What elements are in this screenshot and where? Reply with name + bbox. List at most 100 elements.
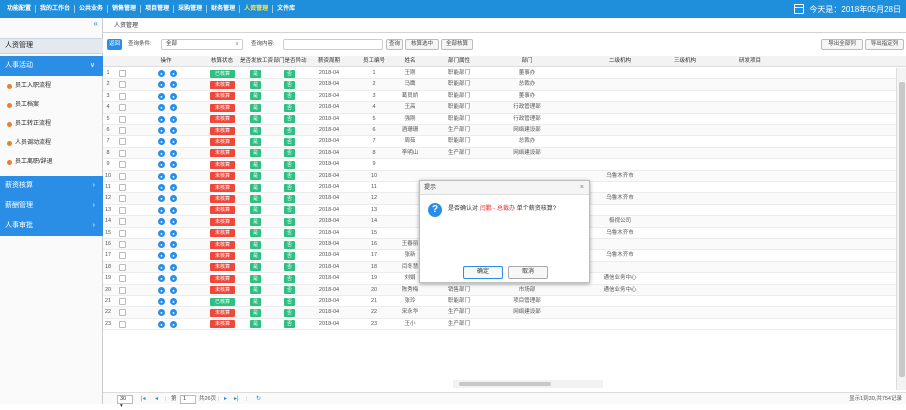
column-header[interactable]: 是否发放工资 <box>240 56 273 67</box>
edit-icon[interactable]: ● <box>170 241 177 248</box>
row-checkbox[interactable] <box>119 115 126 123</box>
column-header[interactable]: 核算状态 <box>208 56 236 67</box>
export-all-columns-button[interactable]: 导出全部列 <box>821 39 863 50</box>
status-badge[interactable]: 未核算 <box>210 92 235 101</box>
view-icon[interactable]: ● <box>158 309 165 317</box>
top-nav-item[interactable]: 销售管理 <box>108 5 142 13</box>
column-header[interactable]: 薪资周期 <box>310 56 348 67</box>
edit-icon[interactable]: ● <box>170 286 177 294</box>
sidebar-subitem[interactable]: 员工档案 <box>0 96 103 115</box>
edit-icon[interactable]: ● <box>170 298 177 305</box>
status-badge[interactable]: 未核算 <box>210 172 235 181</box>
edit-icon[interactable]: ● <box>170 149 177 157</box>
row-checkbox[interactable] <box>119 252 126 260</box>
view-icon[interactable]: ● <box>158 70 165 77</box>
top-nav-item[interactable]: 采购管理 <box>174 5 208 13</box>
top-nav-item[interactable]: 项目管理 <box>141 5 175 13</box>
column-header[interactable]: 操作 <box>141 56 191 67</box>
view-icon[interactable]: ● <box>158 218 165 226</box>
row-checkbox[interactable] <box>119 184 126 191</box>
row-checkbox[interactable] <box>119 161 126 169</box>
status-badge[interactable]: 未核算 <box>210 274 235 283</box>
top-nav-item[interactable]: 公共业务 <box>75 5 109 13</box>
row-checkbox[interactable] <box>119 138 126 146</box>
row-checkbox[interactable] <box>119 195 126 203</box>
edit-icon[interactable]: ● <box>170 172 177 180</box>
first-page-icon[interactable]: |◂ <box>141 393 146 405</box>
status-badge[interactable]: 已核算 <box>210 297 235 306</box>
edit-icon[interactable]: ● <box>170 161 177 169</box>
edit-icon[interactable]: ● <box>170 138 177 146</box>
refresh-icon[interactable]: ↻ <box>256 393 261 405</box>
status-badge[interactable]: 未核算 <box>210 308 235 317</box>
view-icon[interactable]: ● <box>158 286 165 294</box>
check-all-button[interactable]: 全部核算 <box>441 39 473 50</box>
status-badge[interactable]: 已核算 <box>210 69 235 78</box>
view-icon[interactable]: ● <box>158 298 165 305</box>
row-checkbox[interactable] <box>119 92 126 100</box>
cancel-button[interactable]: 取消 <box>508 266 548 279</box>
sidebar-menu-item[interactable]: 薪酬管理 › <box>0 196 103 216</box>
table-row[interactable]: 2 ● ● 未核算 是 否 2018-04 2 马鹰 职能部门 总裁办 <box>103 79 896 91</box>
collapse-sidebar-icon[interactable]: « <box>94 19 98 29</box>
column-header[interactable]: 员工编号 <box>353 56 395 67</box>
query-content-input[interactable] <box>283 39 383 50</box>
row-checkbox[interactable] <box>119 263 126 271</box>
sidebar-subitem[interactable]: 员工转正流程 <box>0 115 103 134</box>
top-nav-item[interactable]: 功能配置 <box>3 5 37 13</box>
vertical-scroll-thumb[interactable] <box>899 82 905 377</box>
status-badge[interactable]: 未核算 <box>210 320 235 329</box>
view-icon[interactable]: ● <box>158 149 165 157</box>
edit-icon[interactable]: ● <box>170 309 177 317</box>
row-checkbox[interactable] <box>119 286 126 294</box>
column-header[interactable]: 部门 <box>492 56 562 67</box>
back-button[interactable]: 返回 <box>107 39 122 50</box>
horizontal-scroll-thumb[interactable] <box>459 382 551 386</box>
edit-icon[interactable]: ● <box>170 81 177 89</box>
row-checkbox[interactable] <box>119 298 126 305</box>
status-badge[interactable]: 未核算 <box>210 160 235 169</box>
top-nav-item[interactable]: 人资管理 <box>240 5 274 13</box>
edit-icon[interactable]: ● <box>170 229 177 237</box>
status-badge[interactable]: 未核算 <box>210 217 235 226</box>
view-icon[interactable]: ● <box>158 320 165 328</box>
search-button[interactable]: 查询 <box>386 39 403 50</box>
horizontal-scrollbar[interactable] <box>453 380 603 388</box>
tab-hr-management[interactable]: 人资管理 <box>103 18 906 33</box>
sidebar-subitem[interactable]: 人员调动流程 <box>0 134 103 153</box>
sidebar-subitem[interactable]: 员工入职流程 <box>0 77 103 96</box>
row-checkbox[interactable] <box>119 206 126 214</box>
view-icon[interactable]: ● <box>158 161 165 169</box>
table-row[interactable]: 7 ● ● 未核算 是 否 2018-04 7 周茹 职能部门 总裁办 <box>103 136 896 148</box>
edit-icon[interactable]: ● <box>170 70 177 77</box>
table-row[interactable]: 1 ● ● 已核算 是 否 2018-04 1 王刚 职能部门 董事办 <box>103 68 896 80</box>
edit-icon[interactable]: ● <box>170 104 177 112</box>
view-icon[interactable]: ● <box>158 172 165 180</box>
row-checkbox[interactable] <box>119 229 126 237</box>
table-row[interactable]: 23 ● ● 未核算 是 否 2018-04 23 王小 生产部门 <box>103 319 896 331</box>
table-row[interactable]: 21 ● ● 已核算 是 否 2018-04 21 张玲 职能部门 项目管理部 <box>103 296 896 308</box>
edit-icon[interactable]: ● <box>170 320 177 328</box>
view-icon[interactable]: ● <box>158 104 165 112</box>
sidebar-menu-item[interactable]: 人事审批 › <box>0 216 103 236</box>
view-icon[interactable]: ● <box>158 92 165 100</box>
view-icon[interactable]: ● <box>158 275 165 283</box>
row-checkbox[interactable] <box>119 275 126 283</box>
view-icon[interactable]: ● <box>158 252 165 260</box>
check-selected-button[interactable]: 核算选中 <box>405 39 439 50</box>
top-nav-item[interactable]: 我的工作台 <box>36 5 76 13</box>
table-row[interactable]: 6 ● ● 未核算 是 否 2018-04 6 酒珊珊 生产部门 网络建设部 <box>103 125 896 137</box>
view-icon[interactable]: ● <box>158 241 165 248</box>
top-nav-item[interactable]: 文件库 <box>273 5 299 13</box>
column-header[interactable]: 部门属性 <box>442 56 476 67</box>
confirm-button[interactable]: 确定 <box>463 266 503 279</box>
table-row[interactable]: 20 ● ● 未核算 是 否 2018-04 20 陈秀梅 销售部门 市场部 通信业务中心 <box>103 284 896 296</box>
prev-page-icon[interactable]: ◂ <box>155 393 158 405</box>
view-icon[interactable]: ● <box>158 195 165 203</box>
edit-icon[interactable]: ● <box>170 206 177 214</box>
page-size-select[interactable]: 30 ▾ <box>117 395 133 409</box>
status-badge[interactable]: 未核算 <box>210 103 235 112</box>
edit-icon[interactable]: ● <box>170 252 177 260</box>
table-row[interactable]: 8 ● ● 未核算 是 否 2018-04 8 李明山 生产部门 网络建设部 <box>103 147 896 160</box>
edit-icon[interactable]: ● <box>170 92 177 100</box>
